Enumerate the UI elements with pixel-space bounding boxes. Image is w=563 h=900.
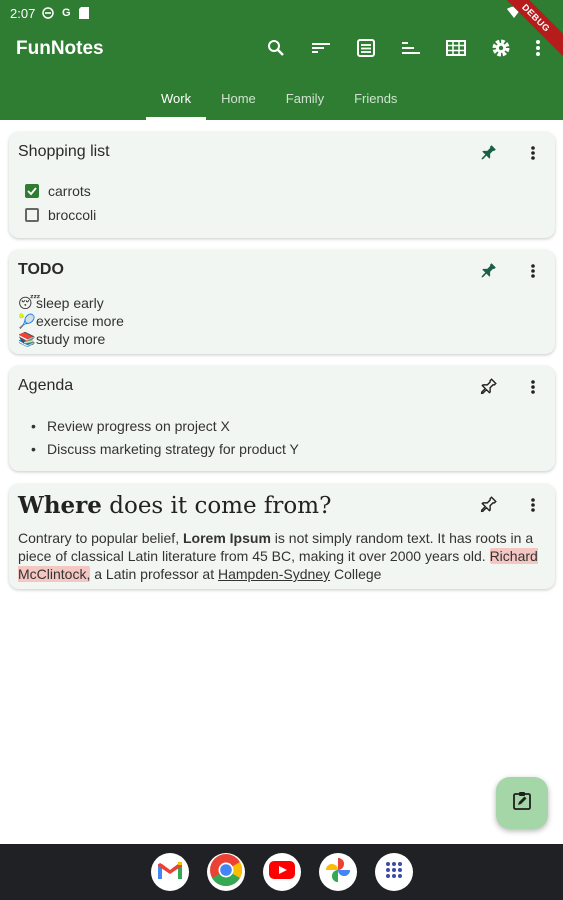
tennis-emoji-icon: 🎾 — [18, 313, 36, 329]
youtube-app[interactable] — [262, 853, 301, 891]
tab-home[interactable]: Home — [206, 82, 271, 114]
status-time: 2:07 — [10, 5, 36, 21]
bullet-item: Review progress on project X — [31, 418, 230, 434]
note-more-button[interactable] — [525, 144, 541, 166]
tab-work[interactable]: Work — [146, 82, 207, 120]
more-vert-icon — [536, 39, 540, 61]
google-icon: G — [62, 7, 71, 19]
note-card-agenda[interactable]: Agenda Review progress on project X Disc… — [9, 366, 555, 471]
pin-filled-icon — [479, 262, 497, 285]
tab-family[interactable]: Family — [271, 82, 339, 114]
settings-icon — [491, 38, 511, 63]
tab-bar: Work Home Family Friends — [146, 82, 412, 120]
gmail-icon — [157, 860, 183, 885]
settings-button[interactable] — [478, 36, 523, 64]
sort-icon — [311, 41, 330, 60]
storage-icon — [77, 6, 91, 20]
todo-line: 😴sleep early — [18, 295, 104, 311]
pin-button[interactable] — [477, 262, 499, 284]
note-body: Contrary to popular belief, Lorem Ipsum … — [18, 530, 538, 582]
pin-button[interactable] — [477, 377, 499, 401]
do-not-disturb-icon — [41, 6, 55, 20]
list-view-icon — [356, 38, 375, 62]
checkbox-unchecked[interactable] — [25, 208, 39, 222]
pin-filled-icon — [479, 144, 497, 167]
underlined-text: Hampden-Sydney — [218, 566, 331, 582]
sort-bars-icon — [401, 41, 420, 60]
note-more-button[interactable] — [525, 496, 541, 518]
grid-view-icon — [445, 39, 466, 61]
bullet-item: Discuss marketing strategy for product Y — [31, 441, 299, 457]
todo-line: 📚study more — [18, 331, 106, 347]
edit-note-icon — [512, 791, 532, 816]
chrome-icon — [209, 853, 243, 892]
grid-view-button[interactable] — [433, 36, 478, 64]
more-vert-icon — [531, 497, 535, 517]
more-vert-icon — [531, 379, 535, 399]
status-bar: 2:07 G — [0, 0, 563, 26]
sleep-emoji-icon: 😴 — [18, 295, 41, 311]
note-card-todo[interactable]: TODO 😴sleep early 🎾exercise more 📚study … — [9, 250, 555, 354]
toolbar-actions — [253, 36, 553, 64]
pin-outline-icon — [479, 377, 497, 401]
more-vert-icon — [531, 263, 535, 283]
note-title: Shopping list — [18, 143, 110, 160]
note-card-shopping-list[interactable]: Shopping list carrots broccoli — [9, 132, 555, 238]
pin-outline-icon — [479, 495, 497, 519]
pin-button[interactable] — [477, 495, 499, 519]
system-dock — [0, 844, 563, 900]
search-icon — [267, 39, 285, 62]
youtube-icon — [268, 860, 295, 884]
sort-button[interactable] — [298, 36, 343, 64]
checklist-item-label: broccoli — [48, 207, 97, 223]
search-button[interactable] — [253, 36, 298, 64]
photos-app[interactable] — [318, 853, 357, 891]
note-title: Where does it come from? — [18, 492, 332, 519]
note-more-button[interactable] — [525, 378, 541, 400]
todo-line: 🎾exercise more — [18, 313, 124, 329]
note-more-button[interactable] — [525, 262, 541, 284]
chrome-app[interactable] — [206, 853, 245, 892]
app-drawer-icon — [385, 861, 403, 884]
more-options-button[interactable] — [523, 36, 553, 64]
tab-friends[interactable]: Friends — [339, 82, 412, 114]
books-emoji-icon: 📚 — [18, 331, 36, 347]
list-view-button[interactable] — [343, 36, 388, 64]
app-title: FunNotes — [16, 38, 104, 59]
note-card-where[interactable]: Where does it come from? Contrary to pop… — [9, 484, 555, 589]
photos-icon — [325, 857, 351, 888]
checklist-item: carrots — [25, 183, 91, 199]
checklist-item-label: carrots — [48, 183, 91, 199]
pin-button[interactable] — [477, 144, 499, 166]
new-note-button[interactable] — [496, 777, 548, 829]
note-title: TODO — [18, 261, 64, 278]
app-drawer[interactable] — [374, 853, 413, 891]
more-vert-icon — [531, 145, 535, 165]
gmail-app[interactable] — [150, 853, 189, 891]
note-title: Agenda — [18, 377, 74, 394]
checklist-item: broccoli — [25, 207, 96, 223]
app-bar: 2:07 G DEBUG FunNotes Work Home Family F… — [0, 0, 563, 120]
checkbox-checked[interactable] — [25, 184, 39, 198]
sort-bars-button[interactable] — [388, 36, 433, 64]
